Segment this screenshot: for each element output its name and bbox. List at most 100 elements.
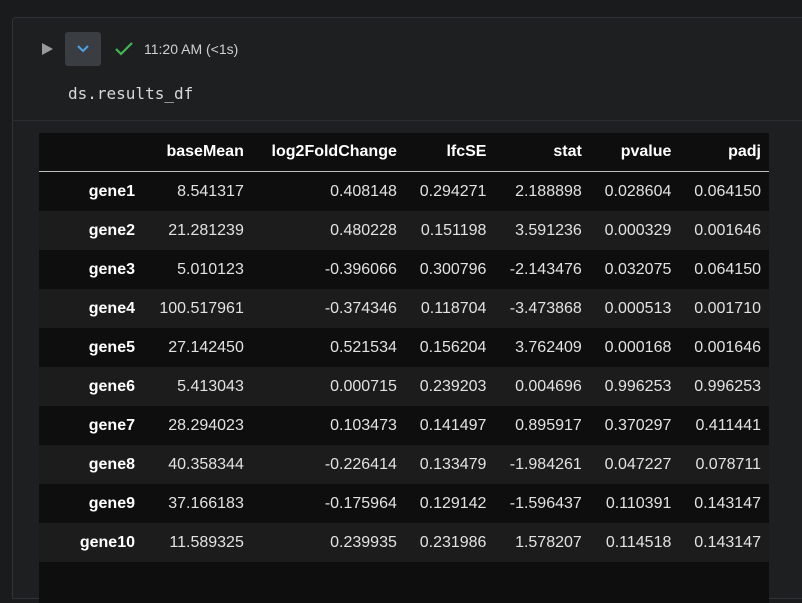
table-cell: 0.129142 [419, 494, 487, 512]
results-table: baseMean log2FoldChange lfcSE stat pvalue pad… [39, 133, 769, 562]
chevron-down-icon [77, 45, 89, 53]
table-cell: 0.000168 [604, 338, 672, 356]
table-cell: 0.032075 [604, 260, 672, 278]
table-cell: 0.895917 [515, 416, 582, 434]
table-cell: 0.996253 [604, 377, 672, 395]
table-cell: 0.004696 [515, 377, 582, 395]
table-cell: 0.103473 [330, 416, 397, 434]
table-cell: 0.118704 [420, 299, 487, 317]
table-cell: 0.408148 [330, 182, 397, 200]
table-cell: 0.000513 [604, 299, 672, 317]
column-header: lfcSE [404, 133, 495, 172]
column-header: pvalue [589, 133, 680, 172]
table-cell: 5.413043 [177, 377, 244, 395]
table-cell: 0.000329 [604, 221, 672, 239]
table-cell: 0.133479 [419, 455, 487, 473]
row-index: gene5 [88, 338, 135, 356]
table-cell: 21.281239 [168, 221, 244, 239]
table-cell: 0.996253 [694, 377, 761, 395]
row-index: gene4 [88, 299, 135, 317]
table-cell: 28.294023 [168, 416, 244, 434]
table-cell: -0.226414 [324, 455, 397, 473]
table-cell: 11.589325 [169, 533, 244, 551]
table-row: gene3 5.010123 -0.396066 0.300796 -2.143476 0… [39, 250, 769, 289]
table-cell: 0.028604 [604, 182, 672, 200]
table-cell: 0.300796 [419, 260, 487, 278]
table-cell: 0.064150 [694, 260, 761, 278]
table-cell: 27.142450 [168, 338, 244, 356]
table-cell: 0.141497 [419, 416, 487, 434]
table-cell: -0.374346 [324, 299, 397, 317]
table-cell: 8.541317 [177, 182, 244, 200]
table-cell: 3.591236 [515, 221, 582, 239]
table-cell: 0.156204 [419, 338, 487, 356]
play-icon [42, 43, 53, 55]
column-header: log2FoldChange [251, 133, 405, 172]
table-cell: 0.078711 [695, 455, 761, 473]
collapse-output-button[interactable] [65, 32, 101, 66]
table-cell: 0.239935 [330, 533, 397, 551]
row-index: gene3 [88, 260, 135, 278]
table-cell: -0.396066 [324, 260, 397, 278]
table-cell: 0.110391 [605, 494, 672, 512]
table-cell: 0.480228 [330, 221, 397, 239]
table-cell: 0.000715 [330, 377, 397, 395]
table-row: gene4 100.517961 -0.374346 0.118704 -3.47386… [39, 289, 769, 328]
table-row: gene1 8.541317 0.408148 0.294271 2.188898 0.0… [39, 171, 769, 211]
table-cell: 0.001646 [694, 338, 761, 356]
notebook-cell[interactable]: 11:20 AM (<1s) ds.results_df baseMean log… [12, 17, 802, 603]
table-cell: -1.596437 [509, 494, 582, 512]
table-cell: 0.370297 [604, 416, 672, 434]
table-row: gene2 21.281239 0.480228 0.151198 3.591236 0.… [39, 211, 769, 250]
table-cell: 5.010123 [177, 260, 244, 278]
row-index: gene1 [88, 182, 135, 200]
column-header: baseMean [143, 133, 252, 172]
row-index: gene6 [88, 377, 135, 395]
table-cell: 0.521534 [330, 338, 397, 356]
row-index: gene7 [88, 416, 135, 434]
row-index: gene9 [88, 494, 135, 512]
table-cell: 0.001710 [694, 299, 761, 317]
table-row: gene10 11.589325 0.239935 0.231986 1.578207 0… [39, 523, 769, 562]
table-cell: -2.143476 [509, 260, 582, 278]
row-index: gene8 [88, 455, 135, 473]
table-cell: 2.188898 [515, 182, 582, 200]
table-cell: 0.143147 [694, 494, 761, 512]
table-cell: 3.762409 [515, 338, 582, 356]
column-header: padj [679, 133, 769, 172]
table-cell: 0.411441 [695, 416, 761, 434]
table-row: gene6 5.413043 0.000715 0.239203 0.004696 0.9… [39, 367, 769, 406]
table-cell: 1.578207 [515, 533, 582, 551]
cell-output: baseMean log2FoldChange lfcSE stat pvalue pad… [39, 133, 769, 603]
table-cell: 0.294271 [419, 182, 487, 200]
table-cell: 0.239203 [419, 377, 487, 395]
table-row: gene8 40.358344 -0.226414 0.133479 -1.984261… [39, 445, 769, 484]
table-header-row: baseMean log2FoldChange lfcSE stat pvalue pad… [39, 133, 769, 172]
column-header: stat [494, 133, 590, 172]
run-cell-button[interactable] [37, 39, 57, 59]
table-cell: 0.047227 [604, 455, 672, 473]
check-icon [114, 39, 134, 59]
table-cell: 0.151198 [420, 221, 487, 239]
table-cell: 0.231986 [419, 533, 487, 551]
table-cell: -1.984261 [509, 455, 582, 473]
table-row: gene5 27.142450 0.521534 0.156204 3.762409 0.… [39, 328, 769, 367]
table-cell: 37.166183 [168, 494, 244, 512]
table-cell: 100.517961 [159, 299, 244, 317]
table-row: gene9 37.166183 -0.175964 0.129142 -1.596437… [39, 484, 769, 523]
row-index: gene2 [88, 221, 135, 239]
table-cell: 40.358344 [168, 455, 244, 473]
cell-divider [13, 120, 802, 121]
table-cell: 0.001646 [694, 221, 761, 239]
cell-toolbar: 11:20 AM (<1s) [37, 32, 238, 66]
column-header [39, 133, 143, 172]
table-cell: 0.114518 [605, 533, 672, 551]
row-index: gene10 [79, 533, 135, 551]
table-row: gene7 28.294023 0.103473 0.141497 0.895917 0.… [39, 406, 769, 445]
execution-time: 11:20 AM (<1s) [144, 41, 239, 57]
table-body: gene1 8.541317 0.408148 0.294271 2.188898 0.0… [39, 171, 769, 562]
table-cell: -0.175964 [324, 494, 397, 512]
table-cell: -3.473868 [509, 299, 582, 317]
code-editor[interactable]: ds.results_df [68, 84, 193, 103]
table-cell: 0.064150 [694, 182, 761, 200]
